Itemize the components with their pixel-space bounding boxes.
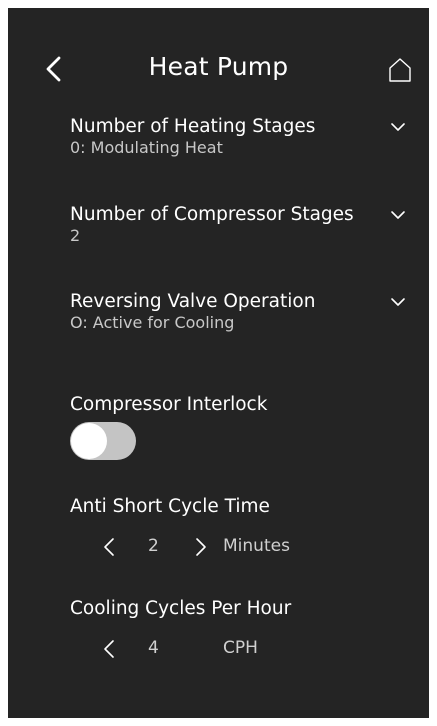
reversing-valve-dropdown[interactable]: Reversing Valve Operation O: Active for …: [70, 291, 415, 333]
compressor-stages-dropdown[interactable]: Number of Compressor Stages 2: [70, 204, 415, 246]
heating-stages-label: Number of Heating Stages: [70, 116, 316, 137]
chevron-down-icon[interactable]: [389, 206, 407, 224]
increment-chevron-right-icon[interactable]: [192, 536, 210, 558]
anti-short-cycle-setting: Anti Short Cycle Time: [70, 496, 415, 518]
decrement-chevron-left-icon[interactable]: [100, 536, 118, 558]
anti-short-cycle-unit: Minutes: [223, 536, 290, 556]
heat-pump-settings-screen: Heat Pump Number of Heating Stages 0: Mo…: [8, 8, 429, 718]
cooling-cycles-label: Cooling Cycles Per Hour: [70, 598, 292, 619]
page-title: Heat Pump: [148, 52, 289, 81]
cooling-cycles-stepper: 4 CPH: [100, 635, 360, 665]
compressor-stages-value: 2: [70, 226, 81, 245]
reversing-valve-value: O: Active for Cooling: [70, 313, 235, 332]
anti-short-cycle-value: 2: [148, 536, 159, 556]
cooling-cycles-setting: Cooling Cycles Per Hour: [70, 598, 415, 620]
cooling-cycles-value: 4: [148, 638, 159, 658]
reversing-valve-label: Reversing Valve Operation: [70, 291, 316, 312]
compressor-interlock-setting: Compressor Interlock: [70, 394, 415, 416]
chevron-down-icon[interactable]: [389, 293, 407, 311]
compressor-interlock-label: Compressor Interlock: [70, 394, 268, 415]
decrement-chevron-left-icon[interactable]: [100, 638, 118, 660]
header: Heat Pump: [8, 8, 429, 118]
heating-stages-value: 0: Modulating Heat: [70, 138, 223, 157]
compressor-interlock-toggle[interactable]: [70, 422, 136, 460]
anti-short-cycle-label: Anti Short Cycle Time: [70, 496, 270, 517]
toggle-knob: [71, 423, 107, 459]
compressor-stages-label: Number of Compressor Stages: [70, 204, 354, 225]
anti-short-cycle-stepper: 2 Minutes: [100, 533, 360, 563]
heating-stages-dropdown[interactable]: Number of Heating Stages 0: Modulating H…: [70, 116, 415, 158]
home-icon[interactable]: [387, 56, 413, 84]
cooling-cycles-unit: CPH: [223, 638, 258, 658]
chevron-down-icon[interactable]: [389, 118, 407, 136]
